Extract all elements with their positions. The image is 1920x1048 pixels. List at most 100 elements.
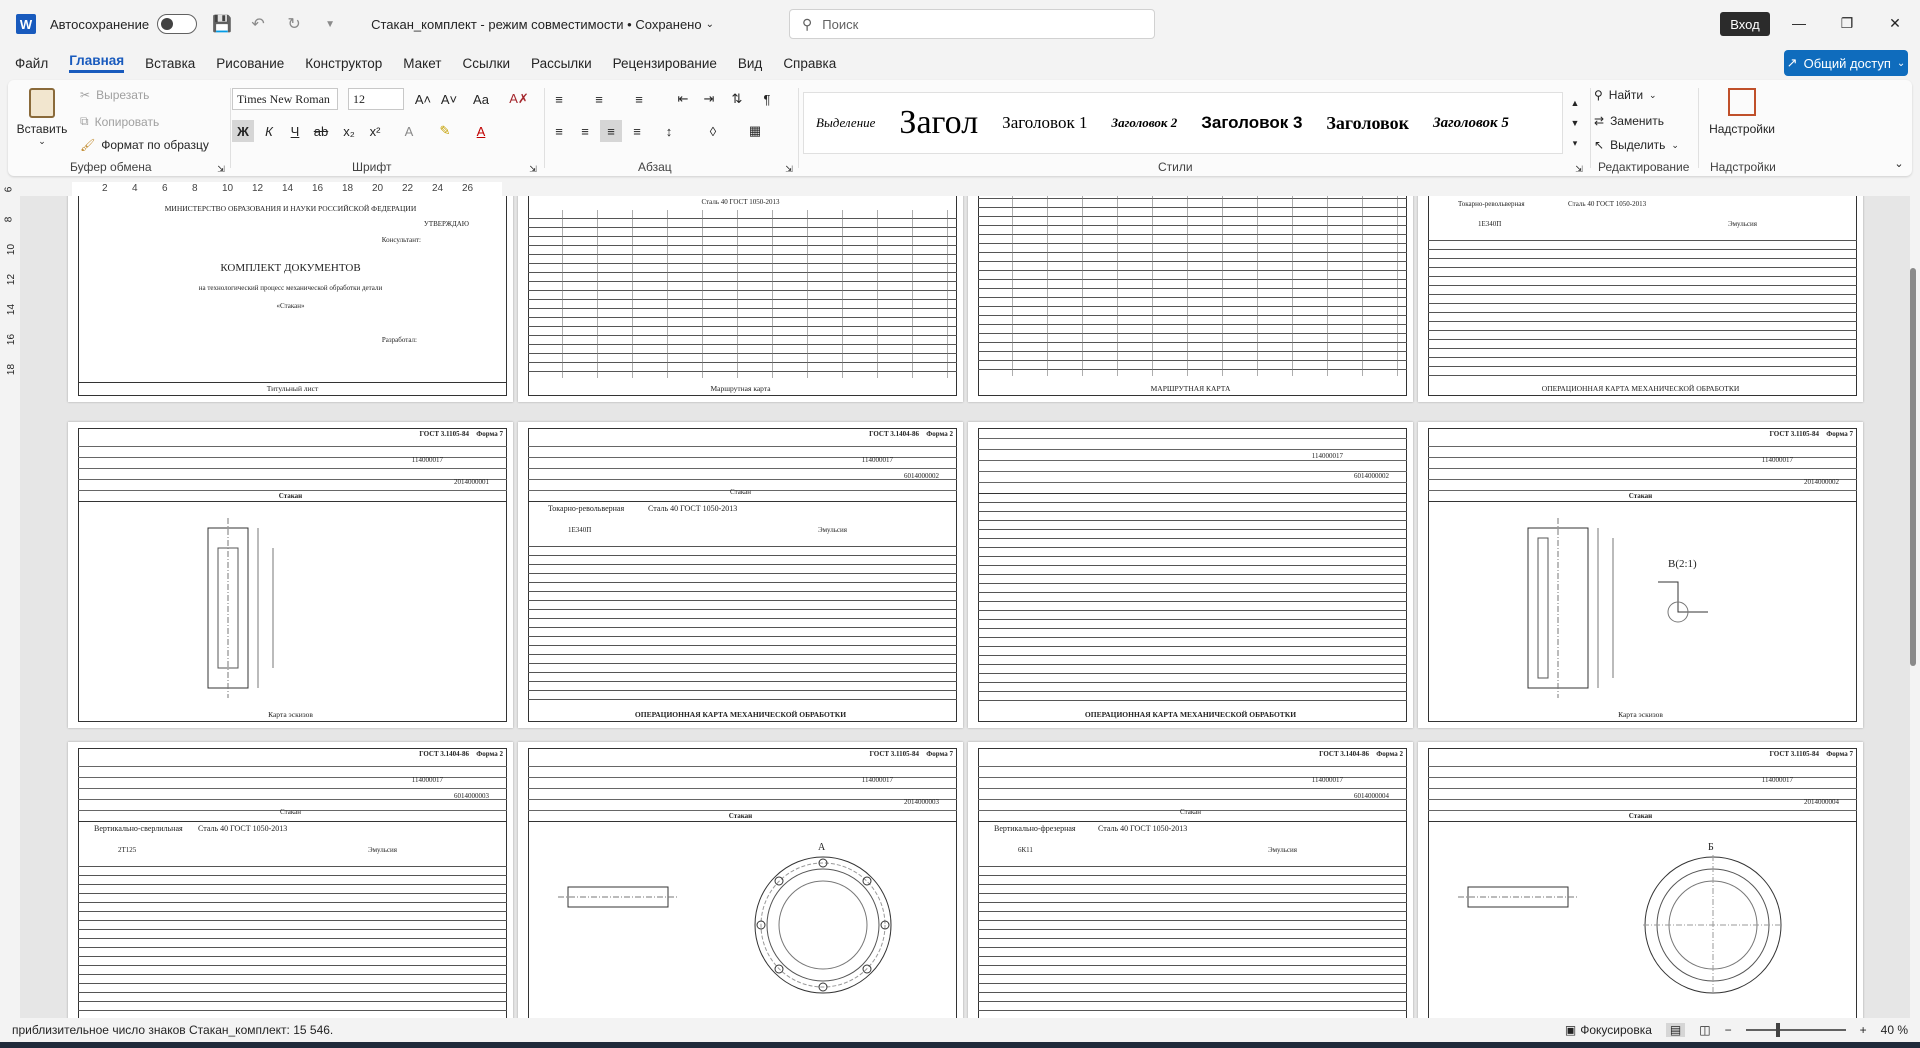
bold-button[interactable]: Ж bbox=[232, 120, 254, 142]
styles-scroll-up-icon[interactable]: ▲ bbox=[1564, 92, 1586, 114]
part-drawing bbox=[1527, 518, 1614, 698]
zoom-slider[interactable] bbox=[1745, 1023, 1846, 1037]
dialog-launcher-icon[interactable]: ⇲ bbox=[778, 158, 800, 180]
undo-icon[interactable]: ↶ bbox=[247, 13, 269, 35]
align-right-icon[interactable]: ≡ bbox=[600, 120, 622, 142]
format-painter-button[interactable]: 🖌 Формат по образцу bbox=[80, 138, 209, 152]
borders-icon[interactable]: ▦ bbox=[744, 120, 766, 142]
tab-2[interactable]: Вставка bbox=[145, 56, 195, 71]
doc-number: 6014000003 bbox=[454, 792, 489, 800]
bullets-icon[interactable]: ≡ bbox=[548, 88, 570, 110]
paste-button[interactable]: Вставить ⌄ bbox=[16, 86, 68, 156]
chevron-down-icon[interactable]: ⌄ bbox=[706, 19, 714, 30]
font-color-icon[interactable]: A bbox=[470, 120, 492, 142]
part-drawing bbox=[207, 518, 274, 698]
font-size-select[interactable]: 12 bbox=[348, 88, 404, 110]
line-spacing-icon[interactable]: ↕ bbox=[658, 120, 680, 142]
tab-9[interactable]: Вид bbox=[738, 56, 762, 71]
zoom-out-icon[interactable]: − bbox=[1725, 1023, 1732, 1037]
autosave-toggle[interactable] bbox=[157, 14, 198, 34]
minimize-icon[interactable]: — bbox=[1776, 0, 1822, 46]
close-icon[interactable]: ✕ bbox=[1872, 0, 1918, 46]
sort-icon[interactable]: ⇅ bbox=[726, 88, 748, 110]
style-item[interactable]: Выделение bbox=[804, 115, 887, 131]
underline-button[interactable]: Ч bbox=[284, 120, 306, 142]
clear-formatting-icon[interactable]: A✗ bbox=[508, 88, 530, 110]
tab-10[interactable]: Справка bbox=[783, 56, 836, 71]
styles-scroll-down-icon[interactable]: ▼ bbox=[1564, 112, 1586, 134]
document-title[interactable]: Стакан_комплект - режим совместимости • … bbox=[371, 17, 701, 32]
collapse-ribbon-icon[interactable]: ⌄ bbox=[1888, 152, 1910, 174]
print-layout-icon[interactable]: ▤ bbox=[1665, 1023, 1686, 1037]
restore-icon[interactable]: ❐ bbox=[1824, 0, 1870, 46]
tab-0[interactable]: Файл bbox=[15, 56, 48, 71]
approve-text: УТВЕРЖДАЮ bbox=[423, 220, 469, 228]
dialog-launcher-icon[interactable]: ⇲ bbox=[210, 158, 232, 180]
strikethrough-icon[interactable]: ab bbox=[310, 120, 332, 142]
ruler-tick: 12 bbox=[6, 273, 18, 286]
style-item[interactable]: Заголовок 2 bbox=[1099, 115, 1189, 131]
copy-label: Копировать bbox=[94, 114, 160, 129]
increase-indent-icon[interactable]: ⇥ bbox=[698, 88, 720, 110]
replace-button[interactable]: ⇄ Заменить bbox=[1594, 114, 1664, 128]
align-center-icon[interactable]: ≡ bbox=[574, 120, 596, 142]
highlight-icon[interactable]: ✎ bbox=[434, 120, 456, 142]
scrollbar-thumb[interactable] bbox=[1910, 268, 1916, 666]
zoom-level[interactable]: 40 % bbox=[1881, 1023, 1908, 1037]
vertical-scrollbar[interactable] bbox=[1908, 196, 1918, 1018]
tab-4[interactable]: Конструктор bbox=[305, 56, 382, 71]
doc-number: 2014000004 bbox=[1804, 798, 1839, 806]
numbering-icon[interactable]: ≡ bbox=[588, 88, 610, 110]
superscript-icon[interactable]: x² bbox=[364, 120, 386, 142]
copy-button[interactable]: ⧉ Копировать bbox=[80, 114, 159, 129]
multilevel-list-icon[interactable]: ≡ bbox=[628, 88, 650, 110]
search-input[interactable]: ⚲ Поиск bbox=[789, 9, 1155, 39]
cut-button[interactable]: ✂ Вырезать bbox=[80, 88, 149, 102]
horizontal-ruler[interactable]: 2 4 6 8 10 12 14 16 18 20 22 24 26 bbox=[72, 182, 502, 196]
ministry-text: МИНИСТЕРСТВО ОБРАЗОВАНИЯ И НАУКИ РОССИЙС… bbox=[164, 204, 417, 213]
tab-1[interactable]: Главная bbox=[69, 53, 125, 73]
style-item[interactable]: Загол bbox=[887, 104, 990, 142]
tab-7[interactable]: Рассылки bbox=[531, 56, 592, 71]
decrease-indent-icon[interactable]: ⇤ bbox=[672, 88, 694, 110]
dialog-launcher-icon[interactable]: ⇲ bbox=[522, 158, 544, 180]
save-icon[interactable]: 💾 bbox=[211, 13, 233, 35]
zoom-in-icon[interactable]: + bbox=[1860, 1023, 1867, 1037]
tab-8[interactable]: Рецензирование bbox=[613, 56, 717, 71]
select-button[interactable]: ↖ Выделить ⌄ bbox=[1594, 138, 1679, 152]
login-button[interactable]: Вход bbox=[1720, 12, 1770, 36]
align-left-icon[interactable]: ≡ bbox=[548, 120, 570, 142]
redo-icon[interactable]: ↻ bbox=[283, 13, 305, 35]
tab-5[interactable]: Макет bbox=[403, 56, 441, 71]
styles-more-icon[interactable]: ▾ bbox=[1564, 132, 1586, 154]
style-item[interactable]: Заголовок 3 bbox=[1189, 113, 1314, 133]
ruler-tick: 12 bbox=[252, 183, 264, 194]
styles-gallery[interactable]: Выделение Загол Заголовок 1 Заголовок 2 Заго… bbox=[803, 92, 1563, 154]
italic-button[interactable]: К bbox=[258, 120, 280, 142]
style-item[interactable]: Заголовок 5 bbox=[1421, 115, 1521, 132]
find-button[interactable]: ⚲ Найти ⌄ bbox=[1594, 88, 1657, 102]
change-case-icon[interactable]: Aa bbox=[470, 88, 492, 110]
tab-6[interactable]: Ссылки bbox=[463, 56, 511, 71]
shading-icon[interactable]: ◊ bbox=[702, 120, 724, 142]
word-count-status[interactable]: приблизительное число знаков Стакан_комп… bbox=[12, 1023, 333, 1037]
share-button[interactable]: ↗ Общий доступ ⌄ bbox=[1784, 50, 1908, 76]
justify-icon[interactable]: ≡ bbox=[626, 120, 648, 142]
tab-3[interactable]: Рисование bbox=[216, 56, 284, 71]
text-effects-icon[interactable]: A bbox=[398, 120, 420, 142]
style-item[interactable]: Заголовок bbox=[1314, 113, 1421, 134]
part-drawing bbox=[1458, 886, 1578, 908]
subscript-icon[interactable]: x₂ bbox=[338, 120, 360, 142]
document-canvas[interactable]: МИНИСТЕРСТВО ОБРАЗОВАНИЯ И НАУКИ РОССИЙС… bbox=[20, 196, 1910, 1018]
style-item[interactable]: Заголовок 1 bbox=[990, 113, 1099, 133]
shrink-font-icon[interactable]: A˅ bbox=[438, 88, 460, 110]
customize-toolbar-icon[interactable]: ▼ bbox=[319, 13, 341, 35]
dialog-launcher-icon[interactable]: ⇲ bbox=[1568, 158, 1590, 180]
font-name-select[interactable]: Times New Roman bbox=[232, 88, 338, 110]
addins-button[interactable]: Надстройки bbox=[1706, 86, 1778, 136]
grow-font-icon[interactable]: A˄ bbox=[412, 88, 434, 110]
status-bar: приблизительное число знаков Стакан_комп… bbox=[0, 1018, 1920, 1042]
show-marks-icon[interactable]: ¶ bbox=[756, 88, 778, 110]
focus-button[interactable]: ▣ Фокусировка bbox=[1565, 1023, 1652, 1037]
web-layout-icon[interactable]: ◫ bbox=[1699, 1023, 1710, 1037]
